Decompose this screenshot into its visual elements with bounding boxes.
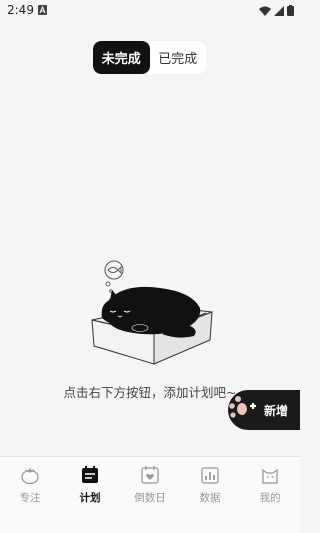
signal-icon (274, 5, 284, 16)
tab-incomplete[interactable]: 未完成 (93, 41, 150, 74)
add-button-label: 新增 (264, 403, 289, 418)
nav-label-mine: 我的 (259, 492, 281, 504)
nav-item-plan[interactable]: 计划 (60, 457, 120, 533)
add-plan-button[interactable]: 新增 (228, 390, 300, 430)
cat-face-icon (262, 468, 278, 484)
nav-item-countdown[interactable]: 倒数日 (120, 457, 180, 533)
app-notification-icon (38, 5, 47, 15)
nav-item-data[interactable]: 数据 (180, 457, 240, 533)
wifi-icon (259, 6, 271, 16)
status-filter-toggle: 未完成 已完成 (93, 41, 206, 74)
status-time: 2:49 (7, 3, 34, 17)
nav-label-plan: 计划 (79, 492, 101, 504)
calendar-heart-icon (141, 466, 159, 484)
cat-paw-plus-icon (229, 396, 256, 418)
battery-icon (287, 5, 294, 16)
nav-label-data: 数据 (199, 492, 221, 504)
bottom-nav: 专注 计划 倒数日 数据 我的 (0, 456, 300, 533)
nav-item-focus[interactable]: 专注 (0, 457, 60, 533)
bar-chart-icon (201, 467, 219, 484)
nav-item-mine[interactable]: 我的 (240, 457, 300, 533)
nav-label-focus: 专注 (19, 492, 41, 504)
sleeping-cat-illustration (91, 260, 213, 365)
nav-label-countdown: 倒数日 (134, 492, 166, 504)
tab-completed[interactable]: 已完成 (150, 41, 207, 74)
calendar-list-icon (82, 466, 98, 483)
status-bar: 2:49 (0, 0, 300, 22)
tomato-icon (21, 468, 39, 485)
